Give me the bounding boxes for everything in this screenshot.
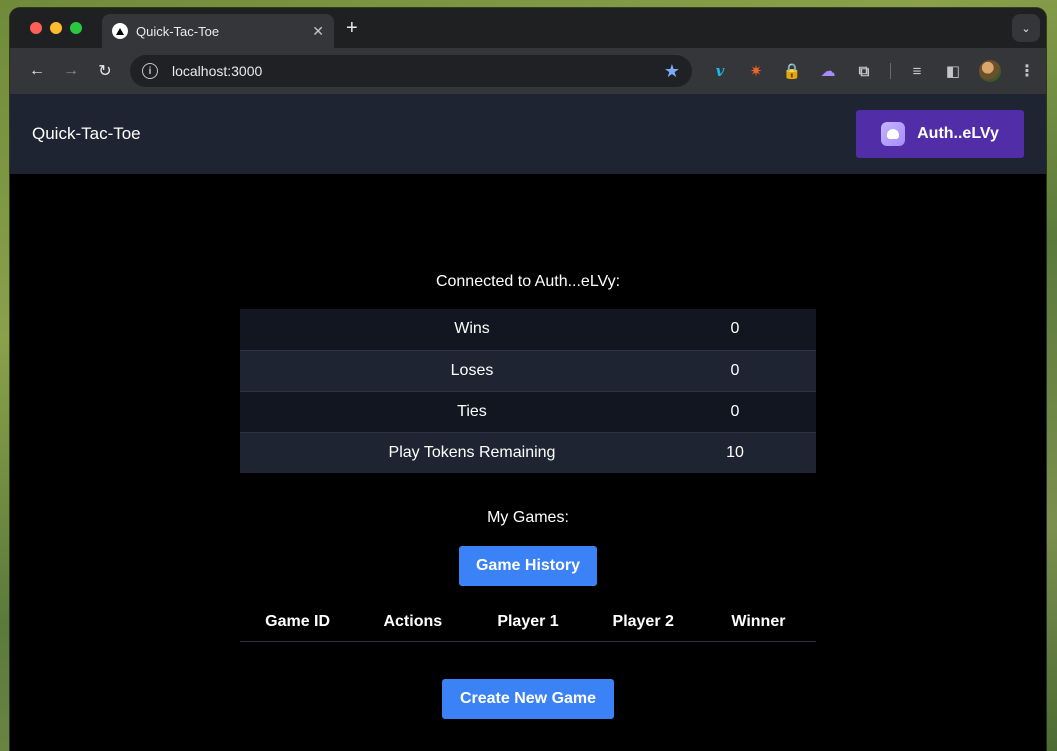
app-header: Quick-Tac-Toe Auth..eLVy bbox=[10, 94, 1046, 174]
site-info-icon[interactable]: i bbox=[142, 63, 158, 79]
browser-window: Quick-Tac-Toe ✕ + ⌄ ← → ↻ i localhost:30… bbox=[10, 8, 1046, 751]
tab-search-dropdown-icon[interactable]: ⌄ bbox=[1012, 14, 1040, 42]
games-table-header: Game ID Actions Player 1 Player 2 Winner bbox=[240, 602, 816, 642]
minimize-window-button[interactable] bbox=[50, 22, 62, 34]
maximize-window-button[interactable] bbox=[70, 22, 82, 34]
stat-label: Loses bbox=[240, 349, 704, 391]
browser-tab[interactable]: Quick-Tac-Toe ✕ bbox=[102, 14, 334, 48]
lock-extension-icon[interactable]: 🔒 bbox=[782, 61, 802, 81]
app-page: Quick-Tac-Toe Auth..eLVy Connected to Au… bbox=[10, 94, 1046, 751]
forward-button[interactable]: → bbox=[54, 62, 88, 80]
browser-menu-icon[interactable]: ⋮ bbox=[1017, 61, 1037, 81]
tab-title: Quick-Tac-Toe bbox=[136, 23, 220, 39]
ghost-extension-icon[interactable]: ☁ bbox=[818, 61, 838, 81]
stat-label: Play Tokens Remaining bbox=[240, 431, 704, 473]
stat-label: Ties bbox=[240, 390, 704, 432]
media-controls-icon[interactable]: ≡ bbox=[907, 61, 927, 81]
stat-value: 0 bbox=[730, 320, 740, 338]
stat-value: 0 bbox=[704, 349, 816, 391]
bookmark-star-icon[interactable]: ★ bbox=[664, 61, 680, 82]
side-panel-icon[interactable]: ◧ bbox=[943, 61, 963, 81]
my-games-heading: My Games: bbox=[487, 509, 569, 526]
game-history-button[interactable]: Game History bbox=[459, 546, 597, 586]
tab-close-icon[interactable]: ✕ bbox=[312, 23, 324, 40]
column-header-winner: Winner bbox=[731, 612, 786, 630]
stat-value: 0 bbox=[704, 390, 816, 432]
tab-strip: Quick-Tac-Toe ✕ + ⌄ bbox=[10, 8, 1046, 48]
reload-button[interactable]: ↻ bbox=[88, 61, 122, 81]
address-bar[interactable]: i localhost:3000 ★ bbox=[130, 55, 692, 87]
column-header-game-id: Game ID bbox=[265, 612, 331, 630]
profile-avatar[interactable] bbox=[979, 60, 1001, 82]
column-header-player-1: Player 1 bbox=[497, 612, 559, 630]
main-content: Connected to Auth...eLVy: Wins 0 Loses 0… bbox=[240, 174, 816, 719]
window-controls bbox=[30, 22, 82, 34]
connected-heading: Connected to Auth...eLVy: bbox=[435, 273, 621, 290]
triangle-favicon-icon bbox=[112, 23, 128, 39]
back-button[interactable]: ← bbox=[20, 62, 54, 80]
column-header-actions: Actions bbox=[383, 612, 443, 630]
stats-row: Play Tokens Remaining 10 bbox=[240, 431, 816, 473]
stats-table: Wins 0 Loses 0 Ties 0 Play Tokens Remain… bbox=[240, 309, 816, 473]
phantom-wallet-icon bbox=[881, 122, 906, 146]
url-text[interactable]: localhost:3000 bbox=[172, 63, 664, 79]
stat-label: Wins bbox=[454, 320, 490, 338]
vimeo-extension-icon[interactable]: v bbox=[710, 61, 730, 81]
stats-row: Loses 0 bbox=[240, 349, 816, 391]
stat-value: 10 bbox=[704, 431, 816, 473]
wallet-auth-button[interactable]: Auth..eLVy bbox=[856, 110, 1024, 158]
app-brand[interactable]: Quick-Tac-Toe bbox=[32, 124, 141, 144]
extensions-puzzle-icon[interactable]: ⧉ bbox=[854, 61, 874, 81]
browser-toolbar: ← → ↻ i localhost:3000 ★ v ✷ 🔒 ☁ ⧉ ≡ ◧ ⋮ bbox=[10, 48, 1046, 94]
stats-row: Ties 0 bbox=[240, 390, 816, 432]
wallet-auth-label: Auth..eLVy bbox=[917, 125, 999, 142]
spark-extension-icon[interactable]: ✷ bbox=[746, 61, 766, 81]
stats-row: Wins 0 bbox=[240, 309, 816, 350]
close-window-button[interactable] bbox=[30, 22, 42, 34]
toolbar-divider bbox=[890, 63, 891, 79]
new-tab-button[interactable]: + bbox=[346, 17, 358, 40]
create-new-game-button[interactable]: Create New Game bbox=[442, 679, 614, 719]
extensions-bar: v ✷ 🔒 ☁ ⧉ ≡ ◧ ⋮ bbox=[710, 48, 1037, 94]
column-header-player-2: Player 2 bbox=[612, 612, 674, 630]
